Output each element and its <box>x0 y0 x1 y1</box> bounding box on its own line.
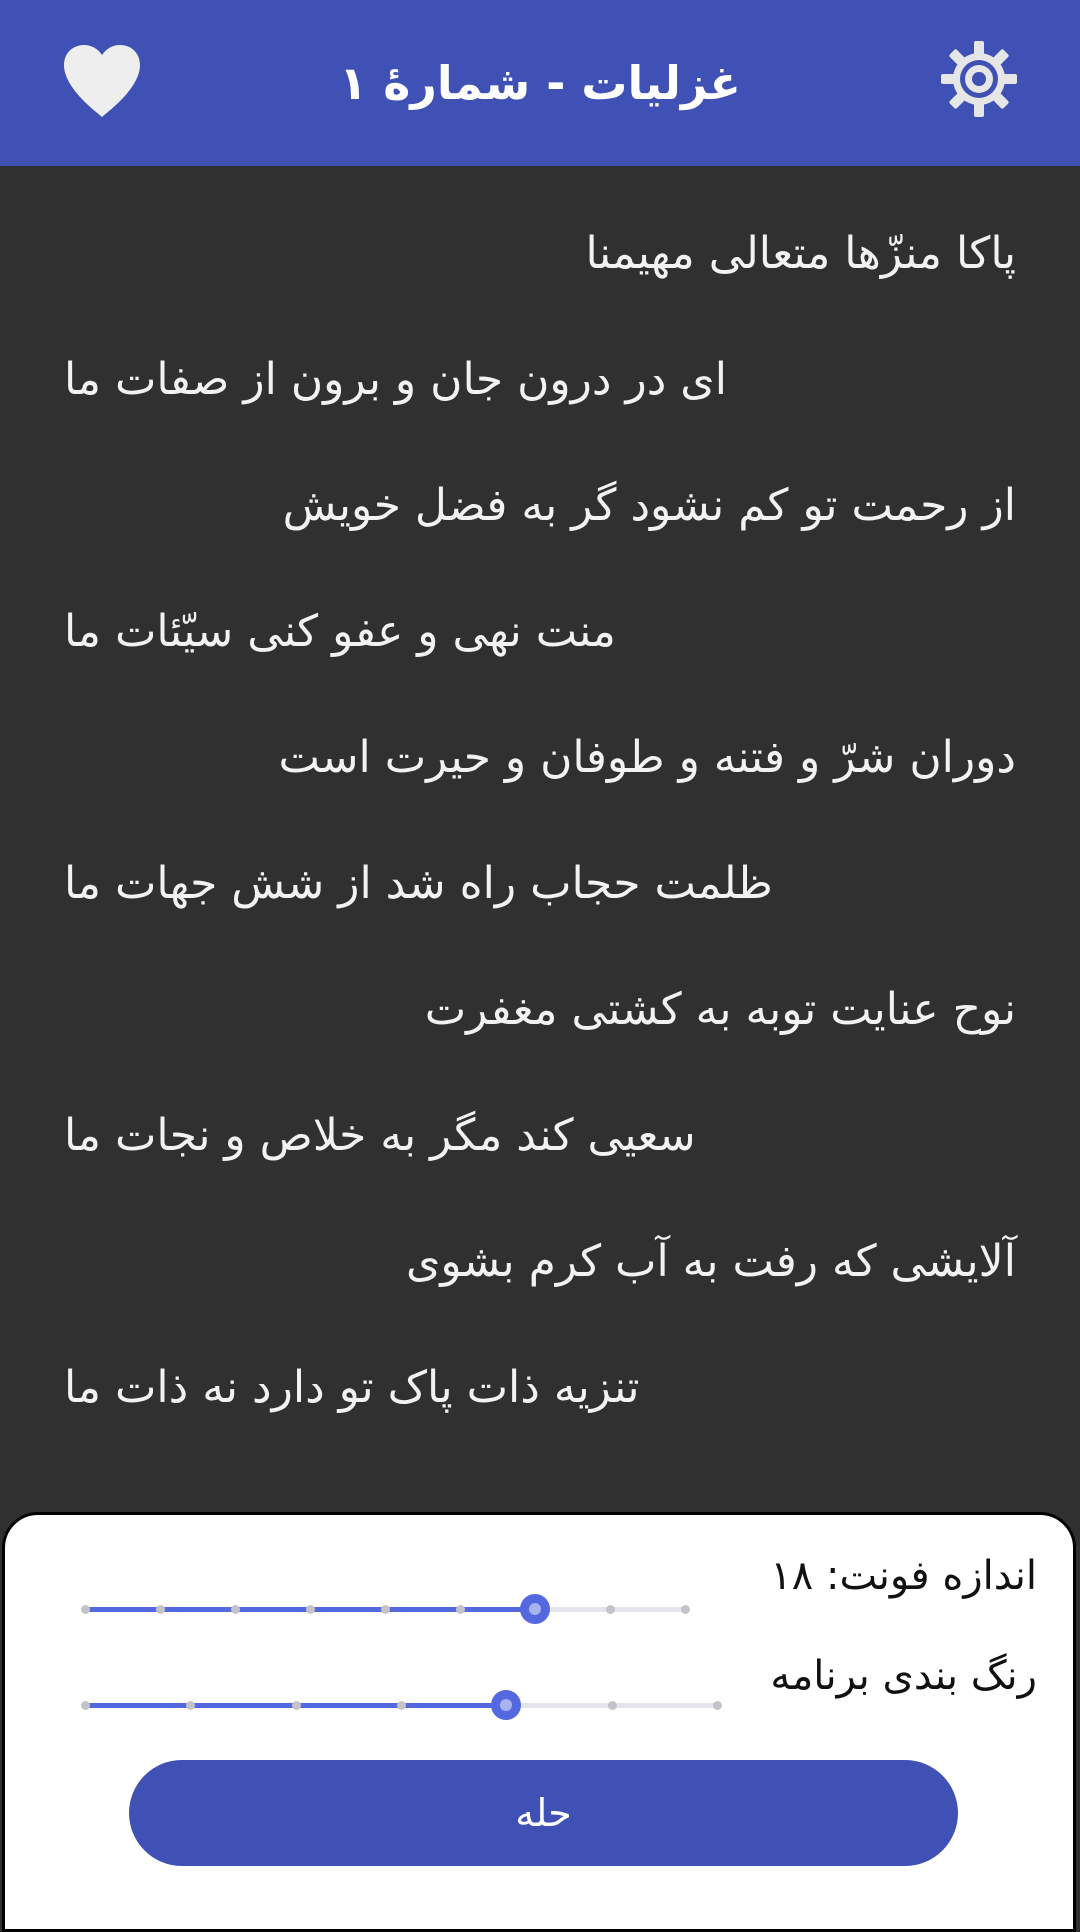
app-bar: غزلیات - شمارهٔ ۱ <box>0 0 1080 166</box>
verse-line: از رحمت تو کم نشود گر به فضل خویش <box>282 480 1016 531</box>
slider-tick <box>607 1701 617 1710</box>
heart-icon <box>64 45 140 117</box>
slider-tick <box>291 1701 301 1710</box>
verse-line: پاکا منزّها متعالی مهیمنا <box>585 228 1016 279</box>
slider-tick <box>606 1605 615 1614</box>
slider-tick <box>713 1701 722 1710</box>
slider-tick <box>381 1605 390 1614</box>
font-size-label: اندازه فونت: ۱۸ <box>770 1553 1037 1599</box>
slider-tick <box>81 1701 90 1710</box>
settings-sheet: اندازه فونت: ۱۸ رنگ بندی برنامه حله <box>2 1512 1076 1932</box>
verse-line: ای در درون جان و برون از صفات ما <box>64 354 727 405</box>
slider-thumb[interactable] <box>520 1594 550 1624</box>
slider-tick <box>456 1605 465 1614</box>
confirm-button[interactable]: حله <box>129 1760 958 1866</box>
verse-line: نوح عنایت توبه به کشتی مغفرت <box>424 984 1016 1035</box>
slider-tick <box>156 1605 165 1614</box>
favorite-button[interactable] <box>58 40 146 122</box>
slider-tick <box>231 1605 240 1614</box>
slider-tick <box>186 1701 196 1710</box>
page-title: غزلیات - شمارهٔ ۱ <box>339 56 741 110</box>
slider-tick <box>397 1701 406 1710</box>
theme-slider[interactable] <box>81 1685 722 1725</box>
slider-thumb[interactable] <box>491 1690 522 1720</box>
verse-line: تنزیه ذات پاک تو دارد نه ذات ما <box>64 1362 640 1413</box>
font-size-slider[interactable] <box>81 1589 690 1629</box>
theme-label: رنگ بندی برنامه <box>770 1653 1037 1699</box>
slider-tick <box>306 1605 315 1614</box>
gear-icon <box>941 41 1017 117</box>
verse-line: منت نهی و عفو کنی سیّئات ما <box>64 606 616 657</box>
verse-line: آلایشی که رفت به آب کرم بشوی <box>405 1236 1016 1287</box>
settings-button[interactable] <box>934 34 1024 124</box>
poem-content: پاکا منزّها متعالی مهیمنا ای در درون جان… <box>0 166 1080 1520</box>
verse-line: دوران شرّ و فتنه و طوفان و حیرت است <box>278 732 1016 783</box>
slider-tick <box>681 1605 690 1614</box>
verse-line: سعیی کند مگر به خلاص و نجات ما <box>64 1110 696 1161</box>
verse-line: ظلمت حجاب راه شد از شش جهات ما <box>64 858 773 909</box>
slider-tick <box>81 1605 90 1614</box>
